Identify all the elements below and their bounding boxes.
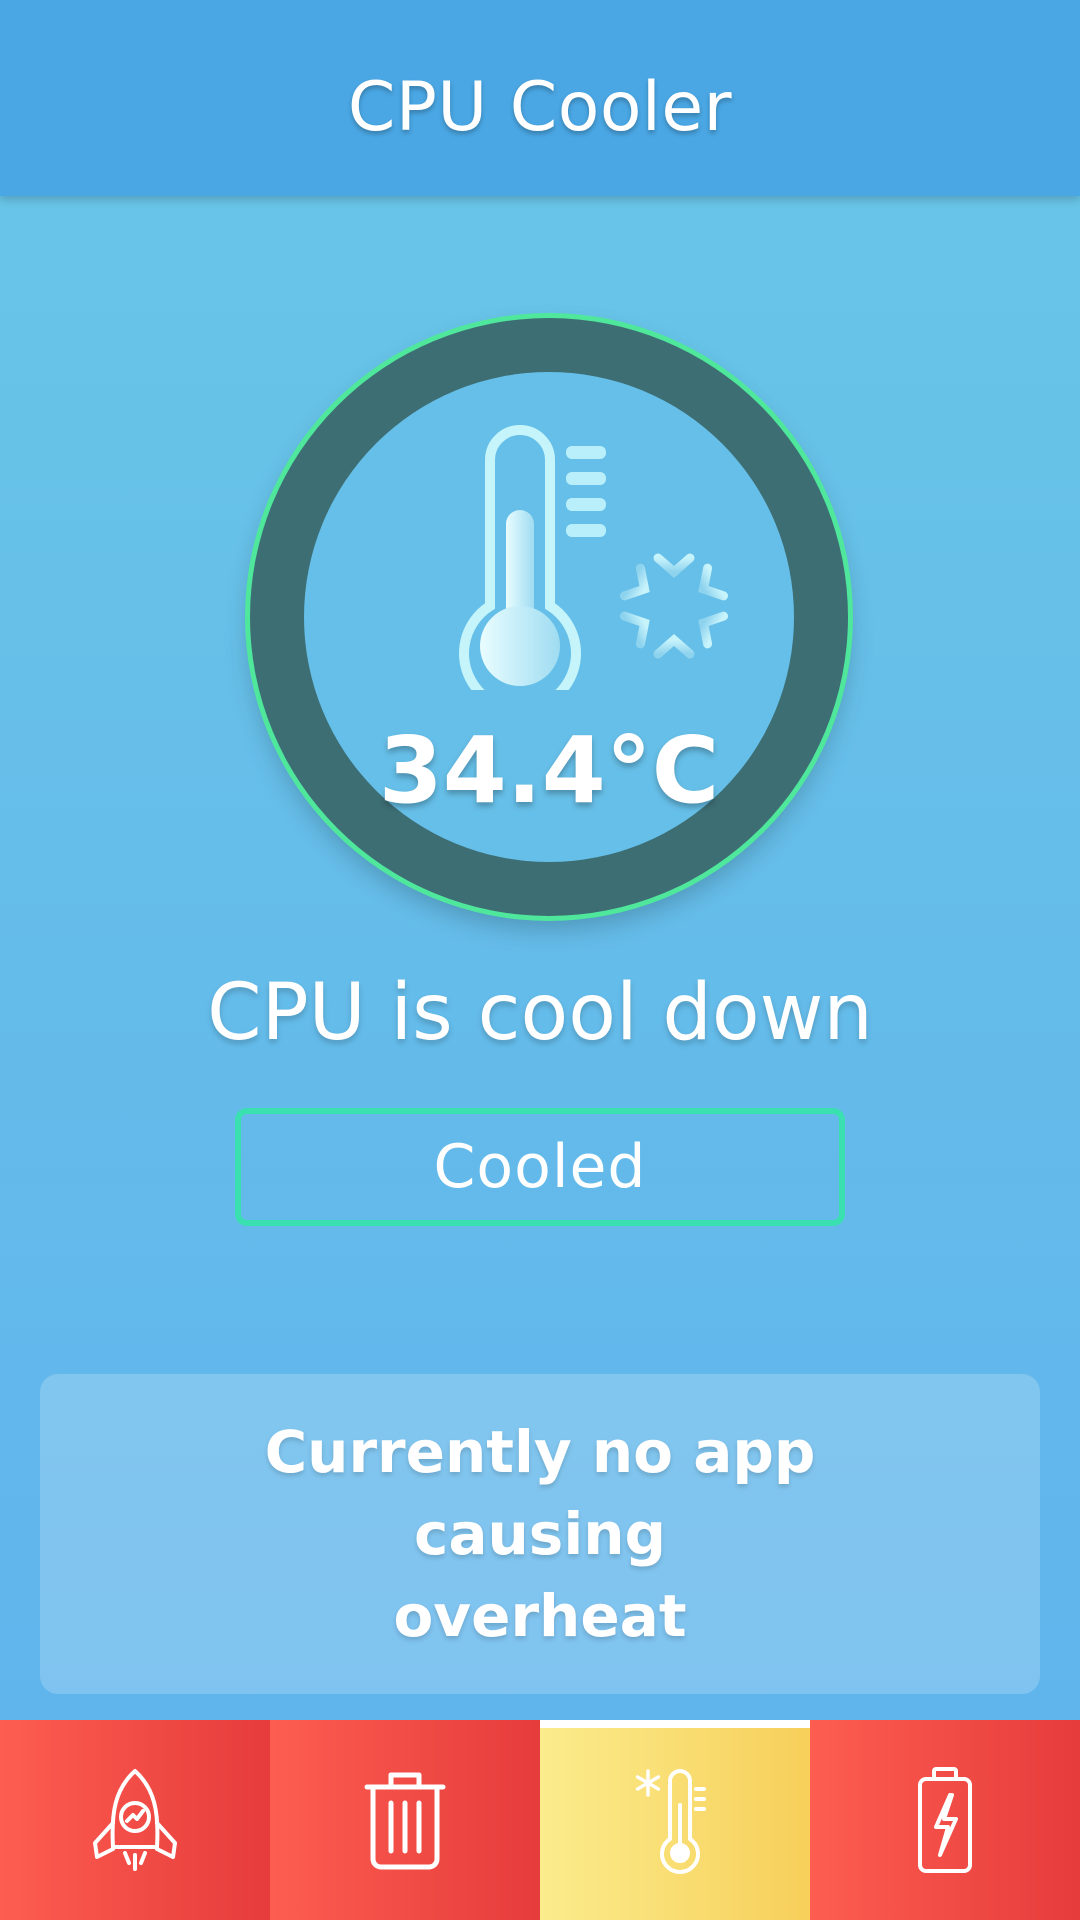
status-text: CPU is cool down xyxy=(207,968,873,1058)
info-card: Currently no app causing overheat xyxy=(40,1374,1040,1694)
trash-icon xyxy=(364,1772,446,1870)
info-line-1: Currently no app xyxy=(264,1418,816,1486)
thermometer-snowflake-icon xyxy=(459,425,733,690)
rocket-icon xyxy=(93,1769,177,1871)
app-header: CPU Cooler xyxy=(0,0,1080,196)
info-line-2: causing overheat xyxy=(393,1500,687,1650)
nav-item-battery[interactable] xyxy=(810,1720,1080,1920)
temperature-gauge: 34.4°C xyxy=(250,318,848,916)
bottom-nav xyxy=(0,1720,1080,1920)
temperature-value: 34.4°C xyxy=(378,717,720,824)
nav-item-cpu-cooler[interactable] xyxy=(540,1720,810,1920)
cooled-button[interactable]: Cooled xyxy=(235,1108,845,1226)
nav-item-boost[interactable] xyxy=(0,1720,270,1920)
battery-charging-icon xyxy=(918,1767,972,1873)
gauge-inner: 34.4°C xyxy=(304,372,794,862)
thermometer-snowflake-icon xyxy=(635,1769,706,1874)
nav-item-cleaner[interactable] xyxy=(270,1720,540,1920)
page-title: CPU Cooler xyxy=(347,67,733,147)
info-message: Currently no app causing overheat xyxy=(260,1411,820,1657)
